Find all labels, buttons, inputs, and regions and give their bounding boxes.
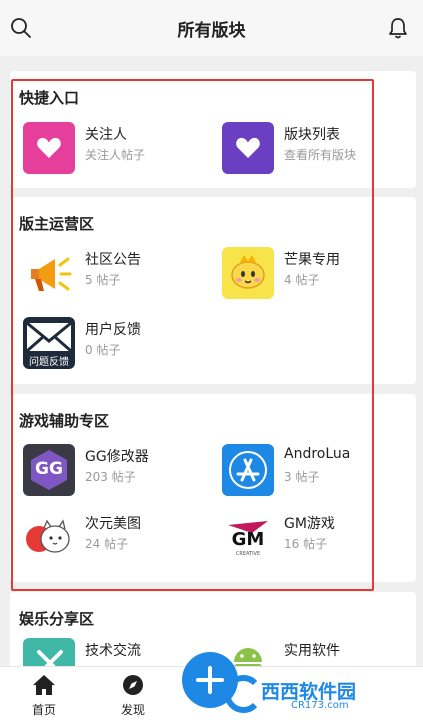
- tab-label: 发现: [120, 703, 145, 717]
- section-moderator: 版主运营区 社区公告 5 帖子 芒果专用 4 帖子 问题反馈 用户反馈 0 帖子: [10, 197, 416, 384]
- section-title: 快捷入口: [19, 89, 80, 107]
- feedback-badge-text: 问题反馈: [29, 357, 69, 368]
- board-name: 技术交流: [85, 643, 141, 659]
- board-item-anime[interactable]: 次元美图 24 帖子: [20, 511, 210, 567]
- page-title: 所有版块: [177, 21, 246, 41]
- section-title: 娱乐分享区: [19, 610, 95, 628]
- heart-icon: [23, 122, 75, 174]
- section-title: 版主运营区: [19, 215, 95, 233]
- board-sub: 4 帖子: [284, 273, 320, 287]
- watermark-domain: CR173.com: [291, 700, 349, 711]
- board-sub: 203 帖子: [85, 470, 136, 484]
- board-item-announcement[interactable]: 社区公告 5 帖子: [20, 247, 210, 303]
- section-title: 游戏辅助专区: [19, 412, 110, 430]
- board-name: 次元美图: [85, 516, 141, 532]
- gm-logo-icon: GM CREATIVE: [222, 511, 274, 563]
- watermark-logo-icon: [224, 675, 258, 713]
- feedback-envelope-icon: 问题反馈: [23, 317, 75, 369]
- anime-cat-icon: [23, 511, 75, 563]
- board-name: 用户反馈: [85, 322, 141, 338]
- board-sub: 3 帖子: [284, 470, 320, 484]
- app-store-icon: [222, 444, 274, 496]
- board-sub: 关注人帖子: [85, 148, 146, 162]
- board-item-androlua[interactable]: AndroLua 3 帖子: [219, 444, 409, 500]
- gg-badge-text: GG: [35, 459, 63, 479]
- board-item-gg[interactable]: GG GG修改器 203 帖子: [20, 444, 210, 500]
- board-sub: 0 帖子: [85, 343, 121, 357]
- watermark: 西西软件园 CR173.com: [221, 675, 417, 713]
- board-item-following[interactable]: 关注人 关注人帖子: [20, 122, 210, 178]
- section-game-assist: 游戏辅助专区 GG GG修改器 203 帖子 AndroLua 3 帖子 次元美…: [10, 394, 416, 582]
- board-name: 芒果专用: [284, 252, 340, 268]
- compass-icon: [123, 675, 143, 695]
- tab-discover[interactable]: 发现: [103, 671, 163, 721]
- tab-home[interactable]: 首页: [14, 671, 74, 721]
- gm-badge-subtext: CREATIVE: [235, 551, 261, 557]
- megaphone-icon: [23, 247, 75, 299]
- board-item-gm[interactable]: GM CREATIVE GM游戏 16 帖子: [219, 511, 409, 567]
- board-sub: 5 帖子: [85, 273, 121, 287]
- board-sub: 查看所有版块: [284, 148, 357, 162]
- board-sub: 24 帖子: [85, 537, 129, 551]
- board-name: AndroLua: [284, 446, 351, 462]
- board-sub: 16 帖子: [284, 537, 328, 551]
- mango-mascot-icon: [222, 247, 274, 299]
- board-name: 版块列表: [284, 127, 340, 143]
- board-name: GG修改器: [85, 449, 149, 465]
- heart-icon: [222, 122, 274, 174]
- board-item-feedback[interactable]: 问题反馈 用户反馈 0 帖子: [20, 317, 210, 373]
- tab-label: 首页: [31, 703, 56, 717]
- gg-logo-icon: GG: [23, 444, 75, 496]
- board-name: 社区公告: [85, 252, 141, 268]
- board-name: GM游戏: [284, 516, 335, 532]
- section-quick-entry: 快捷入口 关注人 关注人帖子 版块列表 查看所有版块: [10, 71, 416, 188]
- board-item-mango[interactable]: 芒果专用 4 帖子: [219, 247, 409, 303]
- gm-badge-text: GM: [231, 529, 265, 550]
- bell-icon[interactable]: [387, 16, 409, 40]
- board-name: 实用软件: [284, 643, 340, 659]
- board-item-board-list[interactable]: 版块列表 查看所有版块: [219, 122, 409, 178]
- board-name: 关注人: [85, 127, 127, 143]
- home-icon: [33, 675, 55, 695]
- top-bar: 所有版块: [0, 0, 423, 56]
